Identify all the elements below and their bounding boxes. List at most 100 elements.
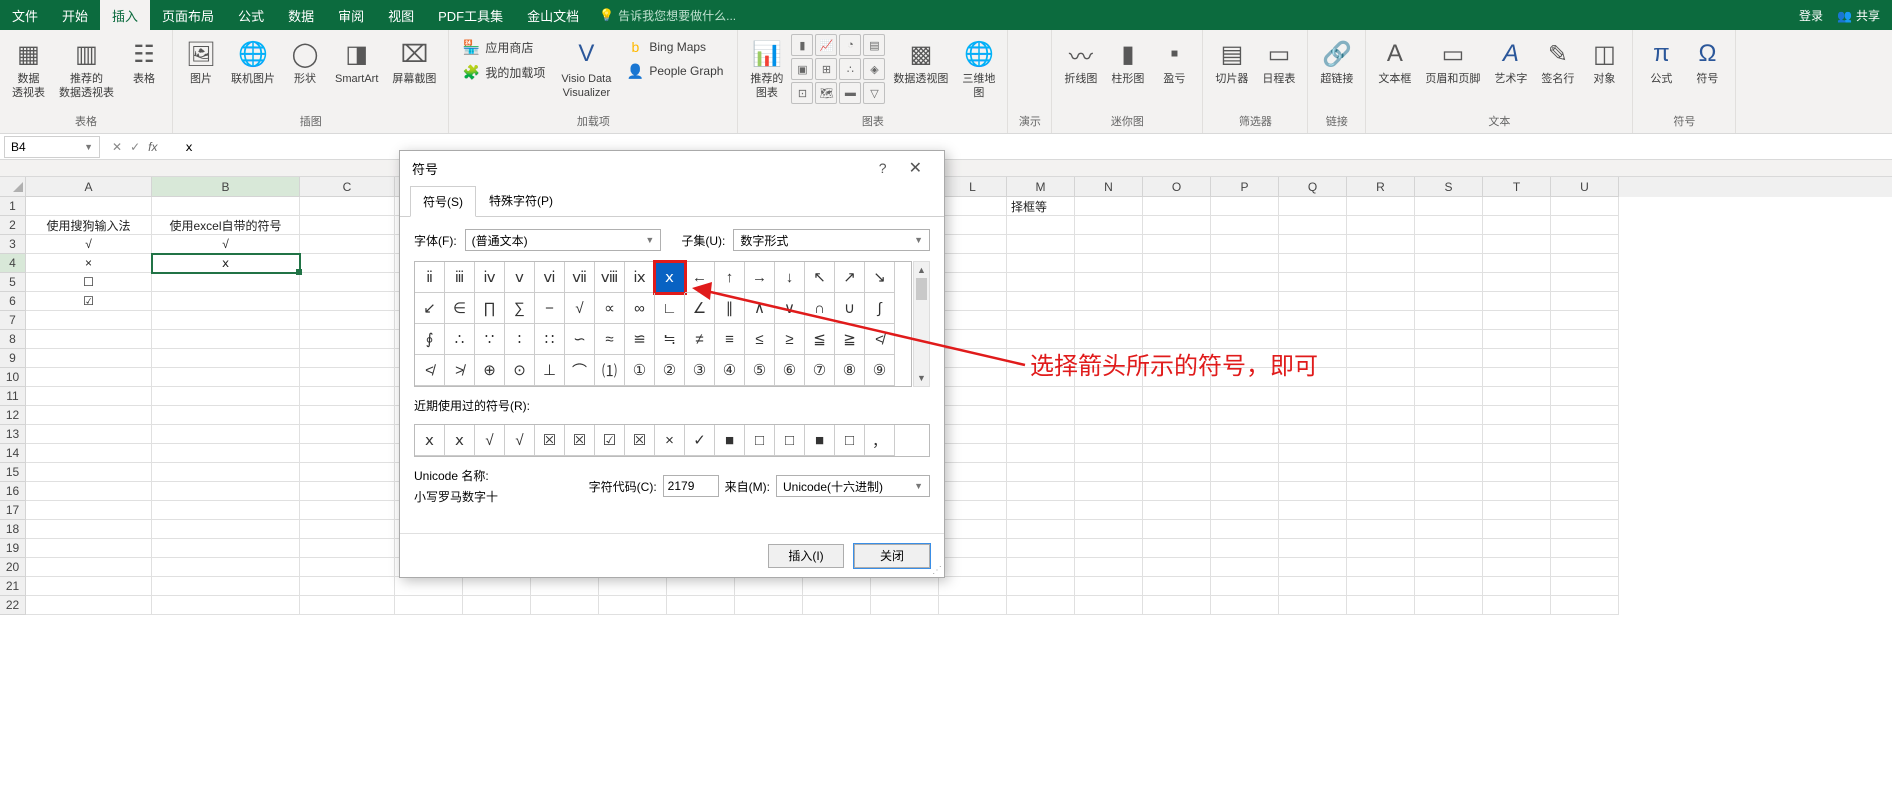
cell[interactable] <box>1483 235 1551 254</box>
recent-symbol-cell[interactable]: × <box>655 425 685 456</box>
symbol-cell[interactable]: ≮ <box>415 355 445 386</box>
cell[interactable] <box>152 311 300 330</box>
cell[interactable] <box>1347 311 1415 330</box>
cell[interactable] <box>26 577 152 596</box>
sparkline-line[interactable]: 〰折线图 <box>1058 34 1103 90</box>
symbol-cell[interactable]: ∠ <box>685 293 715 324</box>
menu-file[interactable]: 文件 <box>0 0 50 30</box>
cell[interactable] <box>463 596 531 615</box>
col-header[interactable]: T <box>1483 177 1551 197</box>
cell[interactable] <box>1143 425 1211 444</box>
cell[interactable] <box>1279 406 1347 425</box>
col-header[interactable]: B <box>152 177 300 197</box>
cell[interactable] <box>26 539 152 558</box>
cell[interactable] <box>1347 425 1415 444</box>
chart-scatter[interactable]: ∴ <box>839 58 861 80</box>
recommended-charts-button[interactable]: 📊推荐的 图表 <box>744 34 789 104</box>
row-header[interactable]: 3 <box>0 235 26 254</box>
cell[interactable] <box>1415 387 1483 406</box>
symbol-cell[interactable]: ∪ <box>835 293 865 324</box>
cell[interactable] <box>152 463 300 482</box>
accept-formula-button[interactable]: ✓ <box>130 140 140 154</box>
row-header[interactable]: 1 <box>0 197 26 216</box>
cell[interactable] <box>1551 482 1619 501</box>
cell[interactable] <box>1347 254 1415 273</box>
recent-symbol-cell[interactable]: √ <box>505 425 535 456</box>
cell[interactable] <box>1483 368 1551 387</box>
cell[interactable] <box>152 558 300 577</box>
menu-review[interactable]: 审阅 <box>326 0 376 30</box>
col-header[interactable]: A <box>26 177 152 197</box>
cell[interactable] <box>1075 197 1143 216</box>
cell[interactable] <box>1551 349 1619 368</box>
symbol-cell[interactable]: ∴ <box>445 324 475 355</box>
cell[interactable] <box>1143 273 1211 292</box>
symbol-cell[interactable]: ← <box>685 262 715 293</box>
cell[interactable] <box>1415 482 1483 501</box>
sparkline-winloss[interactable]: ▪盈亏 <box>1152 34 1196 90</box>
tab-special-chars[interactable]: 特殊字符(P) <box>476 185 566 216</box>
cell[interactable] <box>1075 558 1143 577</box>
symbol-cell[interactable]: ≮ <box>865 324 895 355</box>
cell[interactable] <box>1211 520 1279 539</box>
slicer-button[interactable]: ▤切片器 <box>1209 34 1254 90</box>
chart-funnel[interactable]: ▽ <box>863 82 885 104</box>
share-button[interactable]: 👥共享 <box>1837 7 1880 24</box>
cell[interactable] <box>1551 368 1619 387</box>
cell[interactable] <box>1007 254 1075 273</box>
tab-symbols[interactable]: 符号(S) <box>410 186 476 217</box>
cell[interactable] <box>1551 311 1619 330</box>
textbox-button[interactable]: A文本框 <box>1372 34 1417 90</box>
cell[interactable] <box>300 539 395 558</box>
chart-map[interactable]: 🗺 <box>815 82 837 104</box>
symbol-scrollbar[interactable]: ▲▼ <box>913 261 930 387</box>
cell[interactable] <box>300 558 395 577</box>
cell[interactable] <box>1279 292 1347 311</box>
subset-select[interactable]: 数字形式▼ <box>733 229 930 251</box>
cell[interactable] <box>939 539 1007 558</box>
cell[interactable] <box>1483 558 1551 577</box>
cell[interactable] <box>939 387 1007 406</box>
login-link[interactable]: 登录 <box>1799 7 1823 24</box>
cell[interactable] <box>152 577 300 596</box>
cell[interactable] <box>1143 577 1211 596</box>
cell[interactable] <box>1415 539 1483 558</box>
cell[interactable] <box>939 368 1007 387</box>
hyperlink-button[interactable]: 🔗超链接 <box>1314 34 1359 90</box>
cell[interactable] <box>300 406 395 425</box>
cell[interactable] <box>26 330 152 349</box>
recent-symbol-cell[interactable]: □ <box>745 425 775 456</box>
cell[interactable] <box>1007 482 1075 501</box>
recent-symbol-cell[interactable]: ☒ <box>625 425 655 456</box>
cell[interactable] <box>1347 349 1415 368</box>
from-select[interactable]: Unicode(十六进制)▼ <box>776 475 930 497</box>
cell[interactable] <box>1551 292 1619 311</box>
cell[interactable] <box>300 444 395 463</box>
cell[interactable] <box>1415 235 1483 254</box>
row-header[interactable]: 15 <box>0 463 26 482</box>
bing-maps-button[interactable]: bBing Maps <box>621 36 729 58</box>
cell[interactable] <box>1007 235 1075 254</box>
cell[interactable] <box>1347 482 1415 501</box>
cell[interactable] <box>300 197 395 216</box>
cell[interactable] <box>1415 349 1483 368</box>
cell[interactable] <box>1347 368 1415 387</box>
screenshot-button[interactable]: ⌧屏幕截图 <box>386 34 442 90</box>
cell[interactable] <box>152 596 300 615</box>
cell[interactable] <box>26 558 152 577</box>
cell[interactable] <box>1143 216 1211 235</box>
symbol-cell[interactable]: ↓ <box>775 262 805 293</box>
cell[interactable] <box>1551 387 1619 406</box>
cell[interactable] <box>1279 558 1347 577</box>
cell[interactable] <box>939 216 1007 235</box>
recent-symbol-cell[interactable]: ， <box>865 425 895 456</box>
symbol-cell[interactable]: ⑧ <box>835 355 865 386</box>
cell[interactable] <box>1279 463 1347 482</box>
cell[interactable] <box>1279 197 1347 216</box>
cell[interactable] <box>1415 273 1483 292</box>
row-header[interactable]: 13 <box>0 425 26 444</box>
cell[interactable] <box>152 539 300 558</box>
symbol-cell[interactable]: → <box>745 262 775 293</box>
cell[interactable] <box>599 596 667 615</box>
cell[interactable] <box>1075 254 1143 273</box>
